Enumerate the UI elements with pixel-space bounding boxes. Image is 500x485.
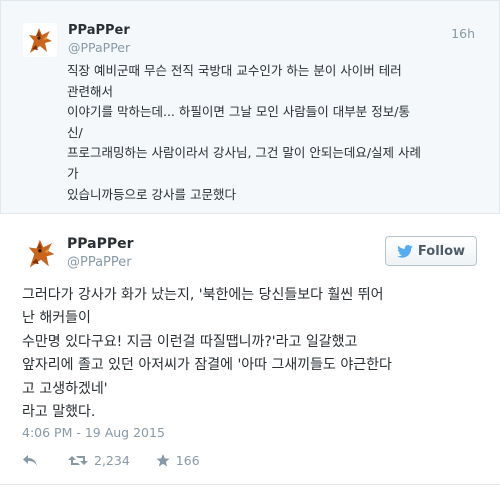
retweet-count: 2,234 xyxy=(94,452,130,468)
favorite-count: 166 xyxy=(175,452,200,468)
text-line: 신/ xyxy=(67,124,83,140)
reply-display-name[interactable]: PPaPPer xyxy=(68,23,130,38)
tweet-timestamp[interactable]: 4:06 PM - 19 Aug 2015 xyxy=(22,425,165,440)
dragon-avatar-icon[interactable] xyxy=(22,234,60,272)
reply-arrow-icon xyxy=(22,454,38,467)
dragon-avatar-icon[interactable] xyxy=(23,23,57,57)
reply-tweet-card: PPaPPer @PPaPPer 16h 직장 예비군때 무슨 전직 국방대 교… xyxy=(0,0,500,214)
text-line: 라고 말했다. xyxy=(22,404,96,421)
tweet-actions: 2,234 166 xyxy=(22,450,200,470)
reply-time[interactable]: 16h xyxy=(451,26,475,41)
twitter-bird-icon xyxy=(397,244,413,258)
favorite-button[interactable]: 166 xyxy=(156,453,200,468)
main-handle[interactable]: @PPaPPer xyxy=(67,255,132,270)
text-line: 수만명 있다구요! 지금 이런걸 따질땝니까?'라고 일갈했고 xyxy=(22,333,358,350)
text-line: 관련해서 xyxy=(67,83,114,99)
follow-label: Follow xyxy=(417,243,466,259)
retweet-button[interactable]: 2,234 xyxy=(68,453,130,468)
text-line: 그러다가 강사가 화가 났는지, '북한에는 당신들보다 훨씬 뛰어 xyxy=(22,287,384,303)
text-line: 있습니까등으로 강사를 고문했다 xyxy=(67,186,236,202)
star-icon xyxy=(156,453,170,467)
text-line: 프로그래밍하는 사람이라서 강사님, 그건 말이 안되는데요/실제 사례 xyxy=(67,145,422,161)
main-display-name[interactable]: PPaPPer xyxy=(67,236,134,252)
main-tweet-text: 그러다가 강사가 화가 났는지, '북한에는 당신들보다 훨씬 뛰어 난 해커들… xyxy=(22,284,478,424)
text-line: 난 해커들이 xyxy=(22,310,91,327)
reply-handle[interactable]: @PPaPPer xyxy=(68,40,130,55)
text-line: 고 고생하겠네' xyxy=(22,380,108,397)
reply-tweet-text: 직장 예비군때 무슨 전직 국방대 교수인가 하는 분이 사이버 테러 관련해서… xyxy=(67,61,477,205)
text-line: 이야기를 막하는데... 하필이면 그날 모인 사람들이 대부분 정보/통 xyxy=(67,104,410,120)
text-line: 직장 예비군때 무슨 전직 국방대 교수인가 하는 분이 사이버 테러 xyxy=(67,63,402,78)
text-line: 앞자리에 졸고 있던 아저씨가 잠결에 '아따 그새끼들도 야근한다 xyxy=(22,357,392,374)
retweet-icon xyxy=(68,454,88,467)
reply-button[interactable] xyxy=(22,454,38,467)
follow-button[interactable]: Follow xyxy=(385,236,477,266)
text-line: 가 xyxy=(67,165,79,181)
